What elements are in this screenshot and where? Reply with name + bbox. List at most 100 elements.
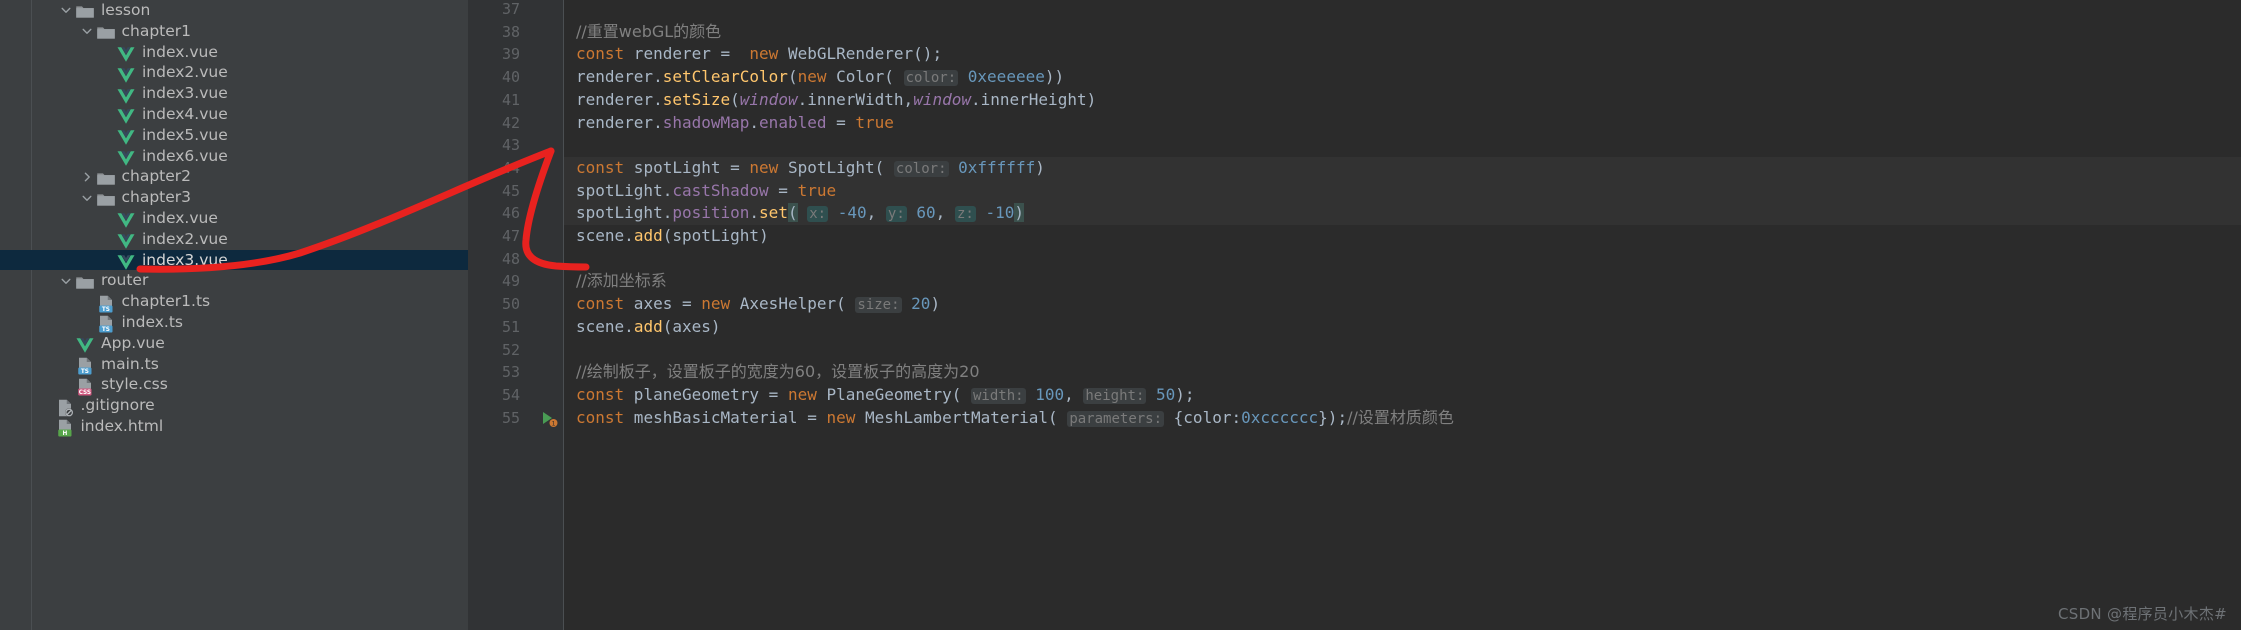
line-number[interactable]: 52 <box>502 339 520 362</box>
project-sidebar[interactable]: lesson chapter1 index.vue index2.vue index3.… <box>0 0 468 630</box>
file-tree-item[interactable]: CSS style.css <box>0 374 468 396</box>
code-token: ) <box>1035 157 1045 177</box>
folder-icon <box>96 190 116 206</box>
folder-icon <box>75 2 95 19</box>
line-number[interactable]: 51 <box>502 316 520 339</box>
file-tree-item[interactable]: index4.vue <box>0 104 468 125</box>
code-line[interactable]: const planeGeometry = new PlaneGeometry(… <box>576 384 1195 407</box>
code-token: . <box>749 203 760 223</box>
ts-icon: TS <box>96 294 116 312</box>
file-tree-item[interactable]: chapter1 <box>0 21 468 42</box>
chevron-down-icon[interactable] <box>59 274 73 288</box>
line-number[interactable]: 46 <box>502 202 520 225</box>
line-number[interactable]: 47 <box>502 225 520 248</box>
file-tree-item[interactable]: .gitignore <box>0 395 468 417</box>
code-token: innerWidth <box>807 89 904 109</box>
chevron-right-icon[interactable] <box>80 170 94 184</box>
code-token: , <box>903 89 914 109</box>
file-tree-item[interactable]: TS chapter1.ts <box>0 291 468 312</box>
line-number[interactable]: 44 <box>502 157 520 180</box>
code-token: ( <box>662 226 673 245</box>
file-tree-item[interactable]: chapter2 <box>0 166 468 187</box>
code-line[interactable]: const meshBasicMaterial = new MeshLamber… <box>576 407 1454 430</box>
code-token: renderer <box>576 112 654 132</box>
file-tree-item-selected[interactable]: index3.vue <box>0 249 468 271</box>
line-number[interactable]: 55 <box>502 407 520 430</box>
file-tree-item[interactable]: router <box>0 270 468 291</box>
file-tree-item[interactable]: App.vue <box>0 333 468 354</box>
line-number[interactable]: 54 <box>502 384 520 407</box>
file-tree-item-label: main.ts <box>101 354 159 373</box>
file-tree-item[interactable]: index.vue <box>0 42 468 63</box>
line-number[interactable]: 45 <box>502 180 520 203</box>
line-number[interactable]: 40 <box>502 66 520 89</box>
file-tree-item-label: index2.vue <box>142 63 228 82</box>
line-number-gutter[interactable]: 37 38 39 40 41 42 43 44 45 46 47 48 49 50 51 52 53 54 55 1 <box>468 0 564 630</box>
line-number[interactable]: 41 <box>502 89 520 112</box>
code-line[interactable]: //绘制板子，设置板子的宽度为60，设置板子的高度为20 <box>576 361 980 384</box>
code-line[interactable]: const spotLight = new SpotLight( color: … <box>576 157 1045 180</box>
code-line[interactable]: spotLight.position.set( x: -40, y: 60, z… <box>576 202 1024 225</box>
chevron-down-icon[interactable] <box>80 24 94 38</box>
code-line[interactable]: scene.add(axes) <box>576 316 721 339</box>
code-token: ( <box>787 67 798 87</box>
line-number[interactable]: 48 <box>502 248 520 271</box>
code-token: parameters: <box>1067 410 1165 427</box>
svg-text:H: H <box>62 431 67 437</box>
code-token: . <box>797 89 808 109</box>
code-line[interactable]: const axes = new AxesHelper( size: 20) <box>576 293 940 316</box>
code-token: -40 <box>837 203 867 223</box>
code-token: MeshLambertMaterial <box>865 407 1049 427</box>
file-tree-item[interactable]: TS main.ts <box>0 354 468 375</box>
file-tree-item-label: index6.vue <box>142 146 228 165</box>
line-number[interactable]: 39 <box>502 43 520 66</box>
code-token: 100 <box>1035 384 1065 404</box>
line-number[interactable]: 42 <box>502 112 520 135</box>
file-tree-item[interactable]: index3.vue <box>0 83 468 104</box>
file-tree-item[interactable]: index6.vue <box>0 146 468 167</box>
code-line[interactable]: //添加坐标系 <box>576 270 667 293</box>
file-tree-item[interactable]: lesson <box>0 0 468 21</box>
chevron-down-icon[interactable] <box>80 191 94 205</box>
file-tree-item[interactable]: TS index.ts <box>0 312 468 333</box>
line-number[interactable]: 53 <box>502 361 520 384</box>
file-tree-item-label: chapter3 <box>121 188 192 207</box>
code-line[interactable]: const renderer = new WebGLRenderer(); <box>576 43 942 66</box>
line-number[interactable]: 49 <box>502 270 520 293</box>
code-line[interactable]: //重置webGL的颜色 <box>576 21 721 44</box>
code-token: ( <box>787 203 798 223</box>
line-number[interactable]: 38 <box>502 21 520 44</box>
code-token: set <box>759 203 788 223</box>
file-tree-item[interactable]: index2.vue <box>0 229 468 250</box>
code-line[interactable]: renderer.setClearColor(new Color( color:… <box>576 66 1064 89</box>
file-tree-item[interactable]: Hindex.html <box>0 416 468 437</box>
ts-icon: TS <box>75 356 95 375</box>
file-tree-item-label: index4.vue <box>142 104 228 123</box>
line-number[interactable]: 43 <box>502 134 520 157</box>
code-surface[interactable]: //重置webGL的颜色 const renderer = new WebGLRe… <box>564 0 2241 630</box>
chevron-down-icon[interactable] <box>59 3 73 17</box>
code-token: //添加坐标系 <box>576 271 667 291</box>
vue-icon <box>116 231 136 249</box>
code-line[interactable]: renderer.shadowMap.enabled = true <box>576 112 894 135</box>
file-tree-item-label: style.css <box>101 375 168 394</box>
editor-pane[interactable]: 37 38 39 40 41 42 43 44 45 46 47 48 49 50 51 52 53 54 55 1 … <box>468 0 2241 630</box>
code-token: ) <box>759 226 769 245</box>
file-tree-item[interactable]: index5.vue <box>0 125 468 146</box>
code-line[interactable]: renderer.setSize(window.innerWidth,windo… <box>576 89 1096 112</box>
file-tree[interactable]: lesson chapter1 index.vue index2.vue index3.… <box>0 0 468 437</box>
code-token: new <box>797 67 827 87</box>
line-number[interactable]: 50 <box>502 293 520 316</box>
run-gutter-icon[interactable]: 1 <box>540 410 558 428</box>
file-tree-item[interactable]: chapter3 <box>0 187 468 208</box>
code-line[interactable]: spotLight.castShadow = true <box>576 180 836 203</box>
file-tree-item[interactable]: index2.vue <box>0 62 468 83</box>
code-line[interactable]: scene.add(spotLight) <box>576 225 769 248</box>
folder-icon <box>96 169 116 185</box>
file-tree-item[interactable]: index.vue <box>0 208 468 229</box>
line-number[interactable]: 37 <box>502 0 520 21</box>
